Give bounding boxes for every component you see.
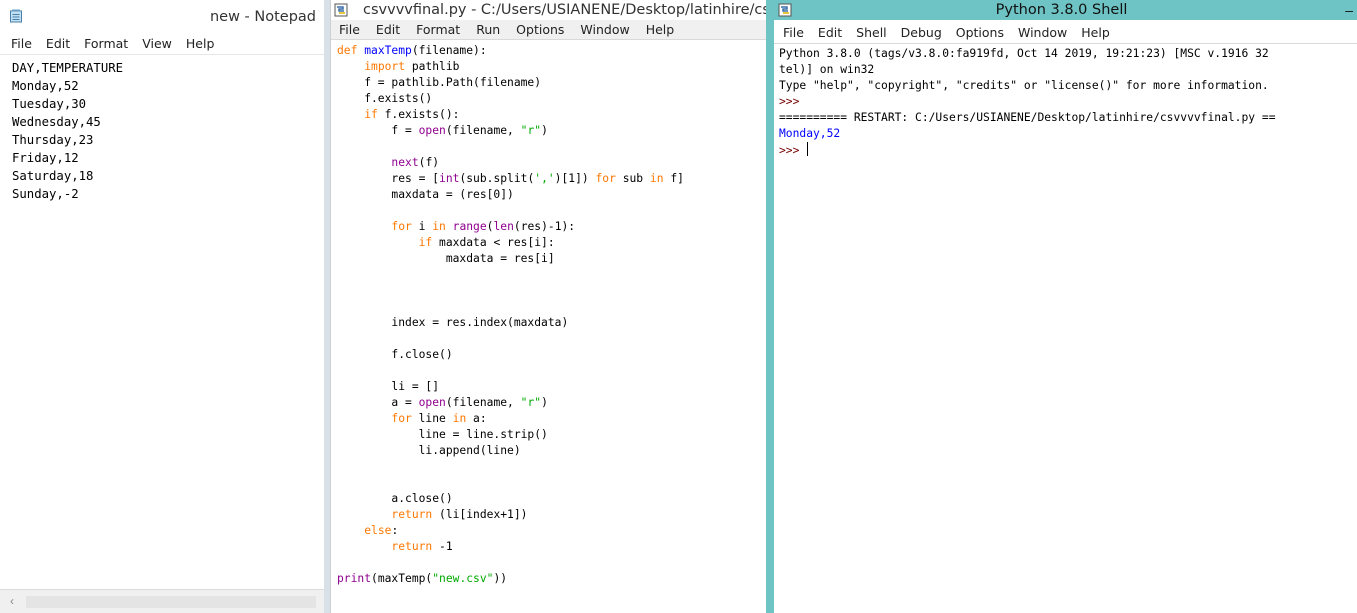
scroll-left-icon[interactable]: ‹ [10,594,14,608]
text-line: Tuesday,30 [12,97,87,111]
text-line: Wednesday,45 [12,115,101,129]
text-line: Sunday,-2 [12,187,79,201]
shell-titlebar[interactable]: Python 3.8.0 Shell – [766,0,1357,20]
text-line: Thursday,23 [12,133,94,147]
editor-menu-edit[interactable]: Edit [368,22,408,37]
banner-line: tel)] on win32 [779,63,875,76]
shell-menu-edit[interactable]: Edit [811,25,849,40]
shell-menu-options[interactable]: Options [949,25,1011,40]
text-line: Saturday,18 [12,169,94,183]
editor-menu-file[interactable]: File [331,22,368,37]
notepad-menubar: File Edit Format View Help [0,33,324,53]
editor-menubar: File Edit Format Run Options Window Help [331,20,766,40]
text-cursor [807,142,809,156]
notepad-menu-help[interactable]: Help [179,36,222,51]
banner-line: Type "help", "copyright", "credits" or "… [779,79,1269,92]
shell-menu-file[interactable]: File [776,25,811,40]
text-line: Monday,52 [12,79,79,93]
shell-menu-debug[interactable]: Debug [894,25,949,40]
editor-menu-format[interactable]: Format [408,22,468,37]
banner-line: Python 3.8.0 (tags/v3.8.0:fa919fd, Oct 1… [779,47,1269,60]
editor-menu-window[interactable]: Window [572,22,637,37]
python-icon [334,3,348,17]
notepad-titlebar[interactable]: new - Notepad [0,0,324,33]
shell-title: Python 3.8.0 Shell [995,2,1128,18]
shell-prompt: >>> [779,95,800,108]
python-icon [778,3,792,17]
shell-console[interactable]: Python 3.8.0 (tags/v3.8.0:fa919fd, Oct 1… [774,44,1357,613]
editor-title: csvvvvfinal.py - C:/Users/USIANENE/Deskt… [363,2,766,18]
input-line[interactable]: >>> [779,142,1352,159]
notepad-horizontal-scrollbar[interactable]: ‹ [0,589,324,613]
notepad-menu-format[interactable]: Format [77,36,135,51]
editor-menu-options[interactable]: Options [508,22,572,37]
scrollbar-thumb[interactable] [26,596,316,608]
notepad-window: new - Notepad File Edit Format View Help… [0,0,324,613]
notepad-menu-view[interactable]: View [135,36,179,51]
text-line: DAY,TEMPERATURE [12,61,124,75]
editor-menu-help[interactable]: Help [638,22,683,37]
program-output: Monday,52 [779,127,841,140]
shell-window-border [766,0,774,613]
restart-line: ========== RESTART: C:/Users/USIANENE/De… [779,111,1276,124]
code-editor[interactable]: def maxTemp(filename): import pathlib f … [331,41,766,613]
python-shell-window: Python 3.8.0 Shell – File Edit Shell Deb… [766,0,1357,613]
notepad-icon [10,9,22,23]
editor-menu-run[interactable]: Run [468,22,508,37]
notepad-text-area[interactable]: DAY,TEMPERATURE Monday,52 Tuesday,30 Wednes… [0,54,324,589]
idle-editor-window: csvvvvfinal.py - C:/Users/USIANENE/Deskt… [330,0,766,613]
notepad-menu-edit[interactable]: Edit [39,36,77,51]
shell-prompt: >>> [779,144,807,157]
shell-menu-shell[interactable]: Shell [849,25,894,40]
notepad-menu-file[interactable]: File [4,36,39,51]
editor-titlebar[interactable]: csvvvvfinal.py - C:/Users/USIANENE/Deskt… [331,0,766,20]
shell-menu-help[interactable]: Help [1074,25,1117,40]
notepad-title: new - Notepad [209,8,316,25]
minimize-icon[interactable]: – [1345,2,1353,18]
shell-menu-window[interactable]: Window [1011,25,1074,40]
text-line: Friday,12 [12,151,79,165]
shell-menubar: File Edit Shell Debug Options Window Hel… [774,22,1357,44]
